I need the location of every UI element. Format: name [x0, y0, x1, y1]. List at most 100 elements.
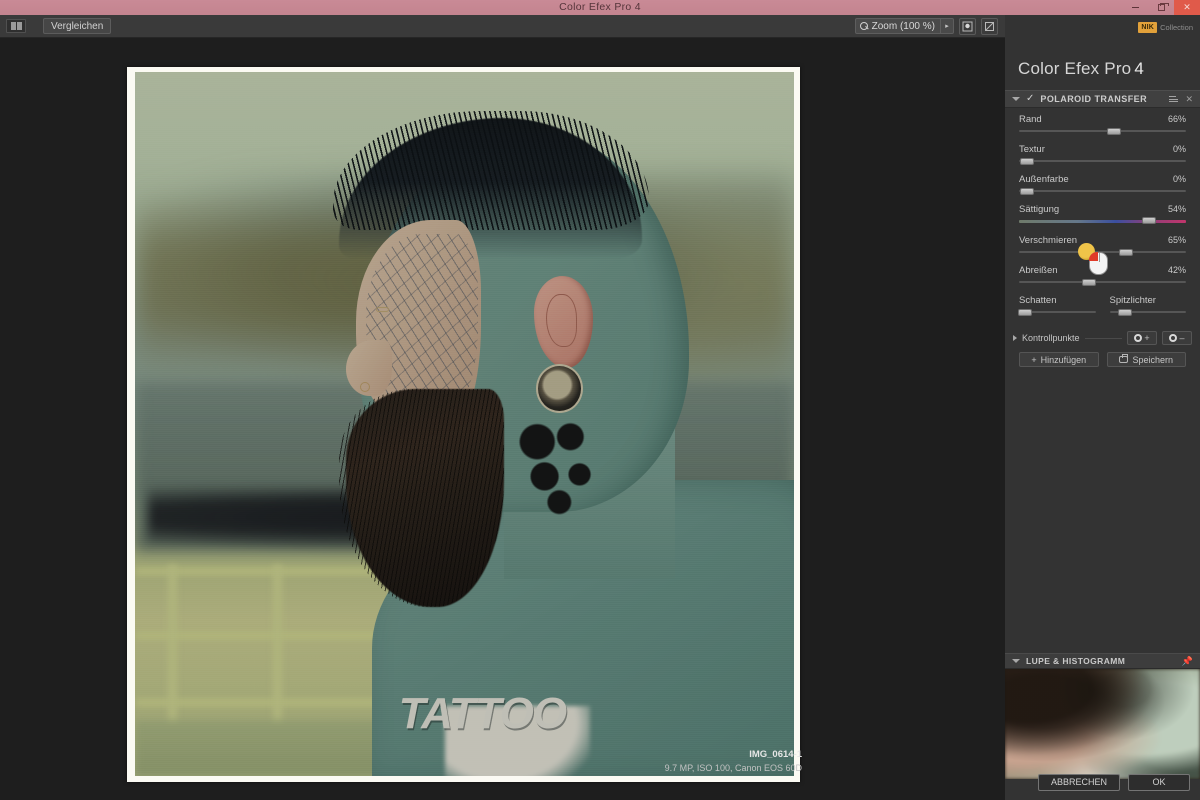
- image-filename: IMG_0614-1: [665, 748, 802, 762]
- slider-track[interactable]: [1110, 311, 1187, 313]
- image-metadata: IMG_0614-1 9.7 MP, ISO 100, Canon EOS 60…: [665, 748, 802, 775]
- pin-icon[interactable]: 📌: [1182, 656, 1193, 667]
- control-points-label: Kontrollpunkte: [1022, 333, 1080, 343]
- close-icon[interactable]: ✕: [1185, 94, 1193, 105]
- restore-icon: [1158, 4, 1165, 11]
- polaroid-border: TATTOO: [127, 67, 800, 782]
- restore-button[interactable]: [1148, 0, 1174, 15]
- filter-header-actions: ✕: [1169, 94, 1193, 105]
- application-window: Color Efex Pro 4 ✕ Vergleichen Zoom (100…: [0, 0, 1200, 800]
- slider-saettigung[interactable]: Sättigung 54%: [1005, 204, 1200, 223]
- minimize-button[interactable]: [1122, 0, 1148, 15]
- subject-ear-inner: [546, 294, 576, 347]
- slider-track[interactable]: [1019, 160, 1186, 162]
- image-canvas[interactable]: TATTOO IMG_0614-1 9.7 MP, ISO 100, Canon…: [0, 38, 1005, 800]
- slider-knob[interactable]: [1018, 309, 1032, 316]
- ok-button[interactable]: OK: [1128, 774, 1190, 791]
- chevron-right-icon[interactable]: ▸: [940, 19, 953, 33]
- slider-track[interactable]: [1019, 311, 1096, 313]
- save-recipe-button[interactable]: Speichern: [1107, 352, 1187, 367]
- slider-label: Verschmieren: [1019, 235, 1077, 246]
- cancel-label: ABBRECHEN: [1051, 777, 1107, 787]
- compare-button[interactable]: Vergleichen: [43, 18, 111, 34]
- ok-label: OK: [1152, 777, 1165, 787]
- slider-knob[interactable]: [1107, 128, 1121, 135]
- slider-knob[interactable]: [1119, 249, 1133, 256]
- polaroid-photo[interactable]: TATTOO: [127, 67, 800, 782]
- slider-track[interactable]: [1019, 220, 1186, 223]
- remove-control-point-button[interactable]: –: [1162, 331, 1192, 345]
- slider-label: Textur: [1019, 144, 1045, 155]
- zoom-label: Zoom (100 %): [872, 21, 935, 32]
- add-control-point-button[interactable]: +: [1127, 331, 1157, 345]
- chevron-down-icon[interactable]: [1012, 659, 1020, 663]
- filter-header[interactable]: ✓ POLAROID TRANSFER ✕: [1005, 90, 1200, 108]
- slider-knob[interactable]: [1020, 158, 1034, 165]
- slider-value: 42%: [1168, 265, 1186, 275]
- slider-label: Rand: [1019, 114, 1042, 125]
- slider-value: 0%: [1173, 174, 1186, 184]
- add-filter-label: Hinzufügen: [1041, 355, 1087, 365]
- nik-collection-logo: NIK Collection: [1138, 22, 1193, 33]
- slider-rand[interactable]: Rand 66%: [1005, 114, 1200, 132]
- title-bar: Color Efex Pro 4 ✕: [0, 0, 1200, 15]
- page-title-main: Color Efex Pro: [1018, 59, 1131, 78]
- chevron-down-icon[interactable]: [1012, 97, 1020, 101]
- slider-schatten[interactable]: Schatten: [1019, 295, 1096, 313]
- close-button[interactable]: ✕: [1174, 0, 1200, 15]
- mouse-pointer-icon: [1089, 252, 1108, 275]
- slider-label: Sättigung: [1019, 204, 1059, 215]
- slider-track[interactable]: [1019, 190, 1186, 192]
- loupe-icon: [962, 21, 973, 32]
- control-point-icon: [1169, 334, 1177, 342]
- slider-value: 65%: [1168, 235, 1186, 245]
- slider-label: Außenfarbe: [1019, 174, 1069, 185]
- slider-textur[interactable]: Textur 0%: [1005, 144, 1200, 162]
- minimize-icon: [1132, 7, 1139, 8]
- photo-image: TATTOO: [135, 72, 794, 776]
- right-panel: NIK Collection Color Efex Pro4 ✓ POLAROI…: [1005, 15, 1200, 800]
- loupe-histogram-title: LUPE & HISTOGRAMM: [1026, 656, 1125, 666]
- slider-aussenfarbe[interactable]: Außenfarbe 0%: [1005, 174, 1200, 192]
- fullscreen-button[interactable]: [981, 18, 998, 35]
- cursor-overlay: [1078, 243, 1118, 275]
- slider-value: 0%: [1173, 144, 1186, 154]
- loupe-toggle-button[interactable]: [959, 18, 976, 35]
- fullscreen-icon: [984, 21, 995, 32]
- cancel-button[interactable]: ABBRECHEN: [1038, 774, 1120, 791]
- slider-label: Abreißen: [1019, 265, 1058, 276]
- image-exif: 9.7 MP, ISO 100, Canon EOS 60D: [665, 762, 802, 775]
- zoom-control[interactable]: Zoom (100 %) ▸: [855, 18, 954, 34]
- chevron-right-icon[interactable]: [1013, 335, 1017, 341]
- slider-knob[interactable]: [1142, 217, 1156, 224]
- loupe-preview[interactable]: [1005, 669, 1200, 779]
- slider-value: 54%: [1168, 204, 1186, 214]
- slider-track[interactable]: [1019, 130, 1186, 132]
- slider-knob[interactable]: [1082, 279, 1096, 286]
- subject-shirt-text: TATTOO: [399, 692, 623, 769]
- minus-icon: –: [1179, 333, 1184, 343]
- filter-name: POLAROID TRANSFER: [1040, 94, 1147, 104]
- close-icon: ✕: [1183, 2, 1191, 13]
- dialog-footer: ABBRECHEN OK: [1005, 764, 1200, 800]
- slider-knob[interactable]: [1020, 188, 1034, 195]
- control-points-row[interactable]: Kontrollpunkte + –: [1005, 330, 1200, 346]
- menu-icon[interactable]: [1169, 96, 1178, 102]
- slider-track[interactable]: [1019, 281, 1186, 283]
- slider-knob[interactable]: [1118, 309, 1132, 316]
- split-view-icon: [11, 22, 22, 30]
- filter-enabled-checkbox[interactable]: ✓: [1026, 94, 1034, 104]
- compare-label: Vergleichen: [51, 21, 103, 32]
- add-filter-button[interactable]: + Hinzufügen: [1019, 352, 1099, 367]
- page-title: Color Efex Pro4: [1018, 59, 1144, 79]
- slider-label: Schatten: [1019, 295, 1057, 306]
- page-title-version: 4: [1134, 59, 1144, 78]
- slider-spitzlichter[interactable]: Spitzlichter: [1110, 295, 1187, 313]
- slider-label: Spitzlichter: [1110, 295, 1156, 306]
- toolbar-right-group: Zoom (100 %) ▸: [855, 18, 1005, 35]
- subject-hair-texture: [333, 111, 649, 231]
- subject-brow-piercing: [376, 307, 389, 312]
- split-view-button[interactable]: [6, 19, 26, 33]
- loupe-histogram-header[interactable]: LUPE & HISTOGRAMM 📌: [1005, 653, 1200, 669]
- slider-value: 66%: [1168, 114, 1186, 124]
